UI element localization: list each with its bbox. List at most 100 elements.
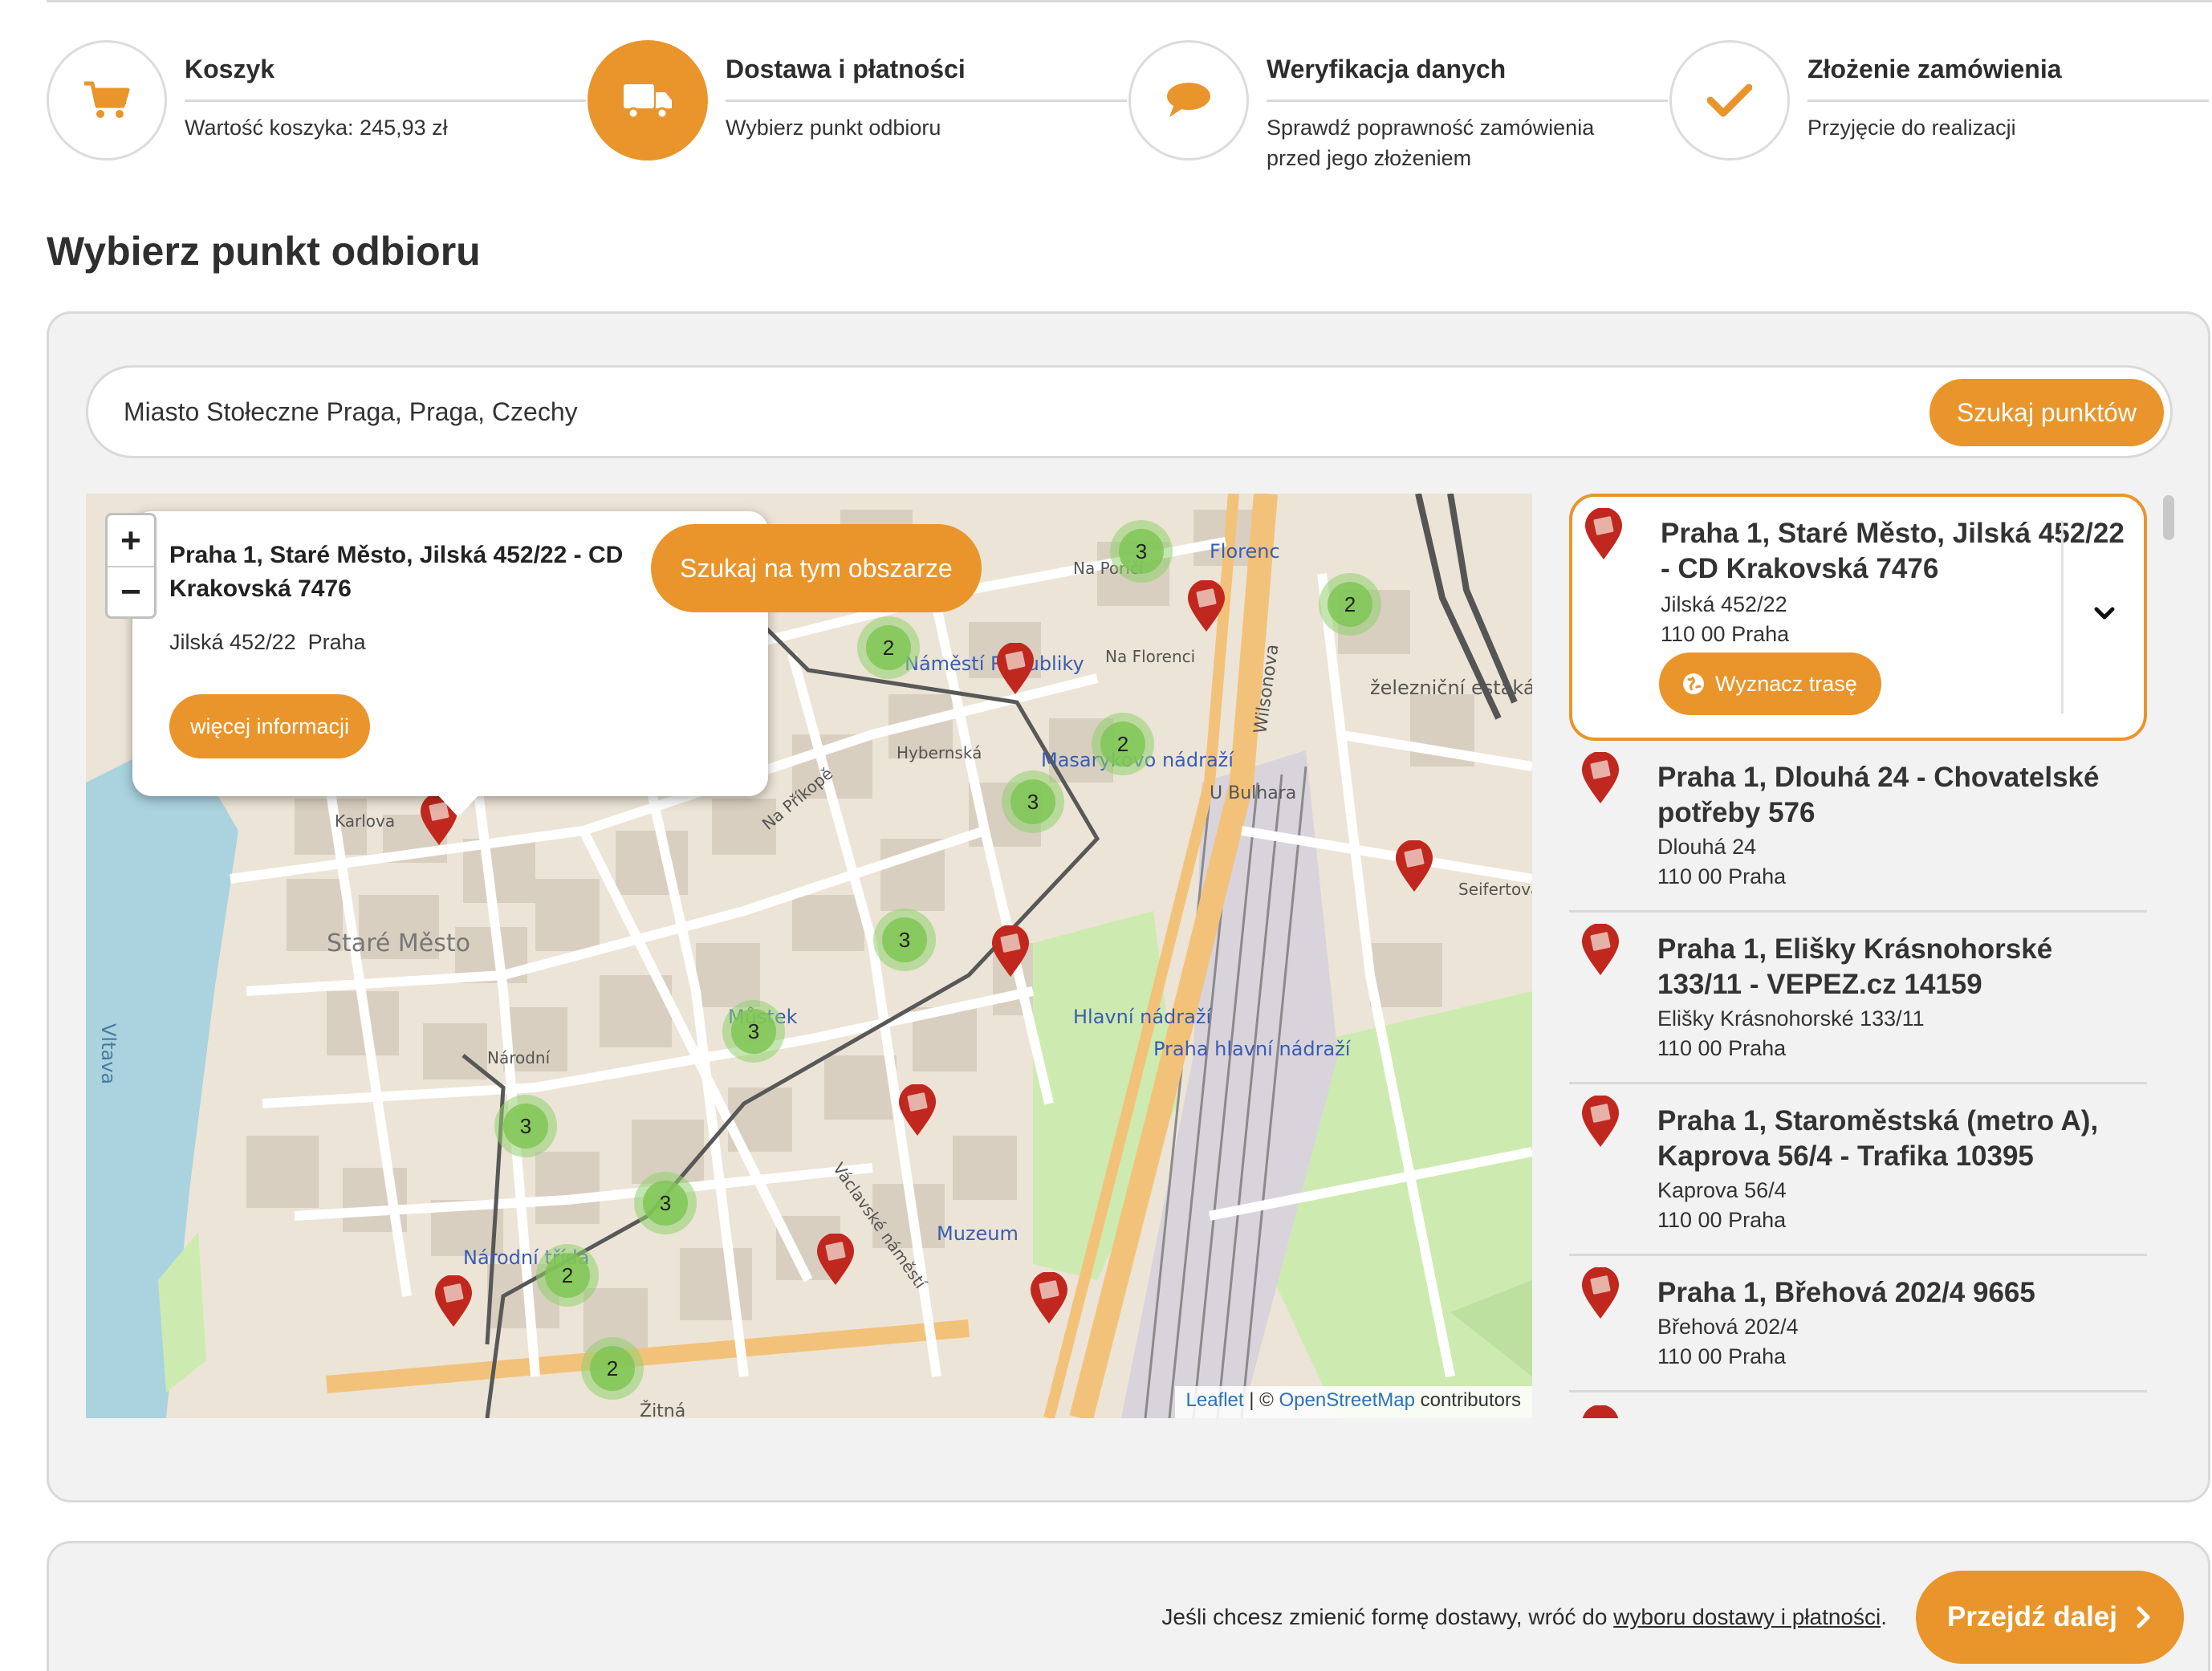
step-confirmation-title: Złożenie zamówienia (1807, 55, 2062, 83)
map-pin[interactable] (990, 925, 1031, 978)
map-label-old-town: Staré Město (327, 929, 470, 957)
step-confirmation-circle (1669, 40, 1790, 161)
pickup-pin-icon (1582, 1405, 1619, 1418)
pickup-point-city: 110 00 Praha (1657, 1208, 1787, 1232)
cluster-count: 3 (882, 917, 927, 962)
pickup-point-city: 110 00 Praha (1657, 1036, 1787, 1060)
map-pin[interactable] (1186, 580, 1226, 633)
pickup-point-street: Jilská 452/22 (1661, 592, 1787, 616)
map-label-prague-main-station: Praha hlavní nádraží (1153, 1038, 1352, 1060)
step-verification[interactable]: Weryfikacja danych Sprawdź poprawność za… (1128, 40, 1668, 177)
map-cluster[interactable]: 2 (581, 1337, 644, 1400)
top-divider (47, 0, 2212, 2)
pickup-point-title: Praha 1, Staroměstská (metro A), Kaprova… (1657, 1105, 2099, 1172)
step-confirmation-desc: Przyjęcie do realizacji (1807, 116, 2016, 140)
page-title: Wybierz punkt odbioru (47, 229, 481, 274)
checkout-steps: Koszyk Wartość koszyka: 245,93 zł Dostaw… (47, 40, 2212, 177)
cluster-count: 3 (503, 1104, 548, 1149)
zoom-in-button[interactable]: + (108, 515, 154, 566)
search-input[interactable] (124, 384, 1849, 440)
map-pin[interactable] (1394, 840, 1434, 893)
cart-icon (84, 81, 130, 118)
map-cluster[interactable]: 3 (873, 909, 936, 971)
pickup-pin-icon (1582, 924, 1619, 975)
map-cluster[interactable]: 2 (1092, 713, 1154, 775)
step-delivery-title: Dostawa i płatności (726, 55, 966, 83)
map-label-main-station: Hlavní nádraží (1073, 1006, 1212, 1028)
map-label-hybernska: Hybernská (897, 743, 982, 762)
pickup-point-item[interactable]: Praha 1, Elišky Krásnohorské 133/11 - VE… (1569, 913, 2147, 1084)
list-scrollbar[interactable] (2161, 494, 2176, 1418)
map-cluster[interactable]: 2 (1319, 573, 1381, 636)
pickup-point-street: Dlouhá 24 (1657, 835, 1757, 859)
pickup-point-item[interactable]: Praha 1, Břehová 202/4 9665 Břehová 202/… (1569, 1256, 2147, 1392)
more-info-button[interactable]: więcej informacji (169, 694, 371, 758)
pickup-point-title: Praha 1, Dlouhá 24 - Chovatelské potřeby… (1657, 762, 2100, 828)
map-cluster[interactable]: 3 (634, 1172, 697, 1234)
leaflet-link[interactable]: Leaflet (1186, 1389, 1244, 1411)
next-step-label: Przejdź dalej (1946, 1601, 2118, 1632)
pickup-pin-icon (1582, 752, 1619, 803)
map-label-florenc: Florenc (1210, 540, 1280, 563)
zoom-control: + − (105, 513, 157, 619)
pickup-points-list[interactable]: Praha 1, Staré Město, Jilská 452/22 - CD… (1569, 494, 2176, 1418)
pickup-point-city: 110 00 Praha (1661, 622, 1790, 646)
pickup-panel: Szukaj punktów (47, 311, 2210, 1502)
pickup-point-address: Kaprova 56/4 110 00 Praha (1657, 1176, 1787, 1235)
map-cluster[interactable]: 3 (722, 1000, 785, 1063)
map-label-republic-square: Náměstí Republiky (905, 653, 1084, 675)
map-attribution: Leaflet | © OpenStreetMap contributors (1174, 1386, 1532, 1418)
popup-street: Jilská 452/22 (169, 630, 296, 654)
search-area-button[interactable]: Szukaj na tym obszarze (651, 524, 982, 612)
cluster-count: 3 (1010, 779, 1055, 824)
step-verification-desc: Sprawdź poprawność zamówienia przed jego… (1267, 116, 1595, 170)
map-cluster[interactable]: 2 (536, 1244, 599, 1307)
truck-icon (624, 84, 672, 120)
map-cluster[interactable]: 2 (857, 616, 920, 679)
pickup-point-item[interactable]: Praha 1, Staré Město, Jilská 452/22 - CD… (1569, 494, 2147, 741)
step-cart-line (185, 100, 586, 102)
map-label-museum: Muzeum (937, 1222, 1019, 1245)
list-scrollbar-thumb[interactable] (2163, 495, 2174, 540)
popup-title: Praha 1, Staré Město, Jilská 452/22 - CD… (169, 542, 624, 602)
map-pin[interactable] (433, 1275, 474, 1328)
pickup-point-item[interactable]: Praha 1, Staroměstská (metro A), Kaprova… (1569, 1084, 2147, 1256)
step-delivery-line (726, 100, 1127, 102)
cluster-count: 2 (590, 1346, 635, 1391)
step-confirmation[interactable]: Złożenie zamówienia Przyjęcie do realiza… (1669, 40, 2209, 177)
map-pin[interactable] (995, 643, 1035, 696)
map-pin[interactable] (897, 1084, 937, 1137)
map-cluster[interactable]: 3 (1002, 770, 1064, 833)
step-delivery-desc: Wybierz punkt odbioru (726, 116, 941, 140)
openstreetmap-link[interactable]: OpenStreetMap (1279, 1389, 1415, 1411)
map-label-river: Vltava (97, 1023, 120, 1084)
cluster-count: 3 (731, 1009, 776, 1054)
map-pin[interactable] (815, 1234, 856, 1287)
map[interactable]: Staré Město Vltava Náměstí Republiky Mas… (86, 494, 1532, 1418)
map-pin[interactable] (1029, 1272, 1069, 1325)
step-cart-circle (47, 40, 167, 161)
map-label-seifertova: Seifertova (1458, 880, 1532, 899)
chevron-down-icon[interactable] (2092, 601, 2116, 625)
zoom-out-button[interactable]: − (108, 566, 154, 616)
change-delivery-link[interactable]: wyboru dostawy i płatności (1613, 1604, 1881, 1629)
route-button[interactable]: Wyznacz trasę (1659, 653, 1881, 715)
map-cluster[interactable]: 3 (1110, 520, 1173, 583)
step-cart[interactable]: Koszyk Wartość koszyka: 245,93 zł (47, 40, 586, 177)
step-delivery[interactable]: Dostawa i płatności Wybierz punkt odbior… (588, 40, 1127, 177)
search-points-button[interactable]: Szukaj punktów (1929, 379, 2164, 446)
pickup-point-street: Elišky Krásnohorské 133/11 (1657, 1006, 1925, 1031)
pickup-point-item[interactable]: Praha 1, Dlouhá 24 - Chovatelské potřeby… (1569, 741, 2147, 913)
pickup-point-street: Kaprova 56/4 (1657, 1178, 1787, 1202)
speech-bubble-icon (1167, 83, 1210, 117)
pickup-pin-icon (1582, 1267, 1619, 1319)
map-label-zitna: Žitná (640, 1401, 685, 1418)
pickup-point-address: Jilská 452/22 110 00 Praha (1661, 590, 1789, 649)
next-step-button[interactable]: Przejdź dalej (1916, 1571, 2184, 1664)
route-button-label: Wyznacz trasę (1715, 671, 1857, 696)
footer-bar: Jeśli chcesz zmienić formę dostawy, wróć… (47, 1541, 2210, 1671)
cluster-count: 3 (643, 1181, 688, 1226)
popup-city: Praha (307, 630, 366, 654)
map-label-estakada: železniční estakáda přes Masarykovo nádr… (1370, 677, 1532, 699)
map-cluster[interactable]: 3 (494, 1095, 557, 1157)
